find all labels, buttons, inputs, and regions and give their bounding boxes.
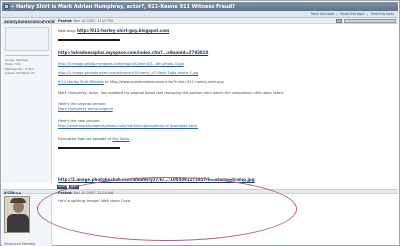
post-line: http://1.image.photobucket.com/albums/n1… <box>58 71 198 75</box>
avatar <box>5 27 49 51</box>
avatar-figure-hat <box>10 198 26 203</box>
photo-link[interactable]: http://3.image.photo.myspace.com/img/ui/… <box>58 62 184 66</box>
post-line: Excerpted from an episode of Sky Spies <box>58 137 129 141</box>
blog-link[interactable]: http://911-harley-shirt-guy.blogspot.com <box>77 28 169 33</box>
post-link-icon[interactable] <box>336 19 342 23</box>
topic-icon <box>4 4 9 9</box>
sky-spies-link[interactable]: Sky Spies <box>112 137 129 141</box>
avatar-figure-coat <box>7 214 29 232</box>
author-divider <box>5 55 49 56</box>
post-2-author-panel: Advanced Member <box>2 194 52 246</box>
post-2: KSPhan Posted: Mar 10 2007, 12:19 AM Adv… <box>2 189 398 246</box>
post-line: New blog: http://911-harley-shirt-guy.bl… <box>58 28 169 33</box>
post-line: http://3.image.photo.myspace.com/img/ui/… <box>58 62 184 66</box>
witness-link[interactable]: 9/11 Harley Shirt Witness <box>58 80 104 84</box>
post-line: http://www.markhumphreydemo.com/markhump… <box>58 124 198 128</box>
line-text: New blog: <box>58 29 78 33</box>
post-line: Here's the new version: <box>58 119 101 123</box>
posted-date: Mar 10 2007, 12:07 PM <box>73 19 114 23</box>
print-topic-link[interactable]: Print this topic <box>371 12 394 16</box>
author-stats: Group: Member Posts: 341 Member No.: 3,3… <box>5 58 35 76</box>
avatar <box>4 196 30 233</box>
posted-label: Posted: <box>58 19 73 23</box>
demo-original-link[interactable]: Mark Humphrey demo original <box>58 107 113 111</box>
posted-label: Posted: <box>58 190 73 195</box>
post-2-date: Posted: Mar 10 2007, 12:19 AM <box>58 191 113 195</box>
post-line: Mark Humphrey demo original <box>58 107 113 111</box>
member-rank: Advanced Member <box>4 242 36 246</box>
toolbar-separator: | <box>336 12 338 16</box>
post-line: http://2.image.photobucket.com/albums/y2… <box>58 177 255 182</box>
track-topic-link[interactable]: Track this topic <box>310 12 334 16</box>
topic-title: » Harley Shirt is Mark Adrian Humphrey, … <box>11 3 236 10</box>
post-1: anonymousconcurvoid Posted: Mar 10 2007,… <box>2 18 398 183</box>
photo-link[interactable]: http://1.image.photobucket.com/albums/n1… <box>58 71 198 75</box>
toolbar-separator: | <box>366 12 368 16</box>
forum-window: » Harley Shirt is Mark Adrian Humphrey, … <box>0 0 400 246</box>
post-1-body: New blog: http://911-harley-shirt-guy.bl… <box>56 27 396 183</box>
demo-new-link[interactable]: http://www.markhumphreydemo.com/markhump… <box>58 124 164 128</box>
email-topic-link[interactable]: Email this topic <box>340 12 365 16</box>
photobucket-link[interactable]: http://2.image.photobucket.com/albums/y2… <box>58 177 255 182</box>
myspace-link[interactable]: http://wirednessplus.myspace.com/index.c… <box>58 50 208 55</box>
screenshot-divider <box>58 147 120 149</box>
post-options-bar[interactable] <box>344 19 396 23</box>
screenshot-divider <box>58 39 120 41</box>
author-stat-joined: Joined: 25-March 07 <box>5 71 35 76</box>
post-line: http://wirednessplus.myspace.com/index.c… <box>58 50 208 55</box>
post-line: Mark Humphrey, actor, has updated his or… <box>58 91 285 95</box>
topic-toolbar: Track this topic | Email this topic | Pr… <box>2 11 398 18</box>
post-line: Here's the original version: <box>58 102 107 106</box>
post-2-header: KSPhan Posted: Mar 10 2007, 12:19 AM <box>2 189 398 196</box>
line-suffix: or http://www.questionablecause.info/?l=… <box>103 80 224 84</box>
post-2-body: He's a spitting image! Well done Coco. <box>58 198 132 203</box>
download-link[interactable]: or download here. <box>164 124 198 128</box>
post-1-header: anonymousconcurvoid Posted: Mar 10 2007,… <box>2 18 398 24</box>
post-1-date: Posted: Mar 10 2007, 12:07 PM <box>58 19 113 23</box>
line-text: Excerpted from an episode of <box>58 137 113 141</box>
topic-title-bar: » Harley Shirt is Mark Adrian Humphrey, … <box>2 2 398 11</box>
posted-date: Mar 10 2007, 12:19 AM <box>73 190 114 195</box>
post-1-author-panel: Group: Member Posts: 341 Member No.: 3,3… <box>2 24 52 183</box>
post-line: 9/11 Harley Shirt Witness or http://www.… <box>58 80 224 84</box>
